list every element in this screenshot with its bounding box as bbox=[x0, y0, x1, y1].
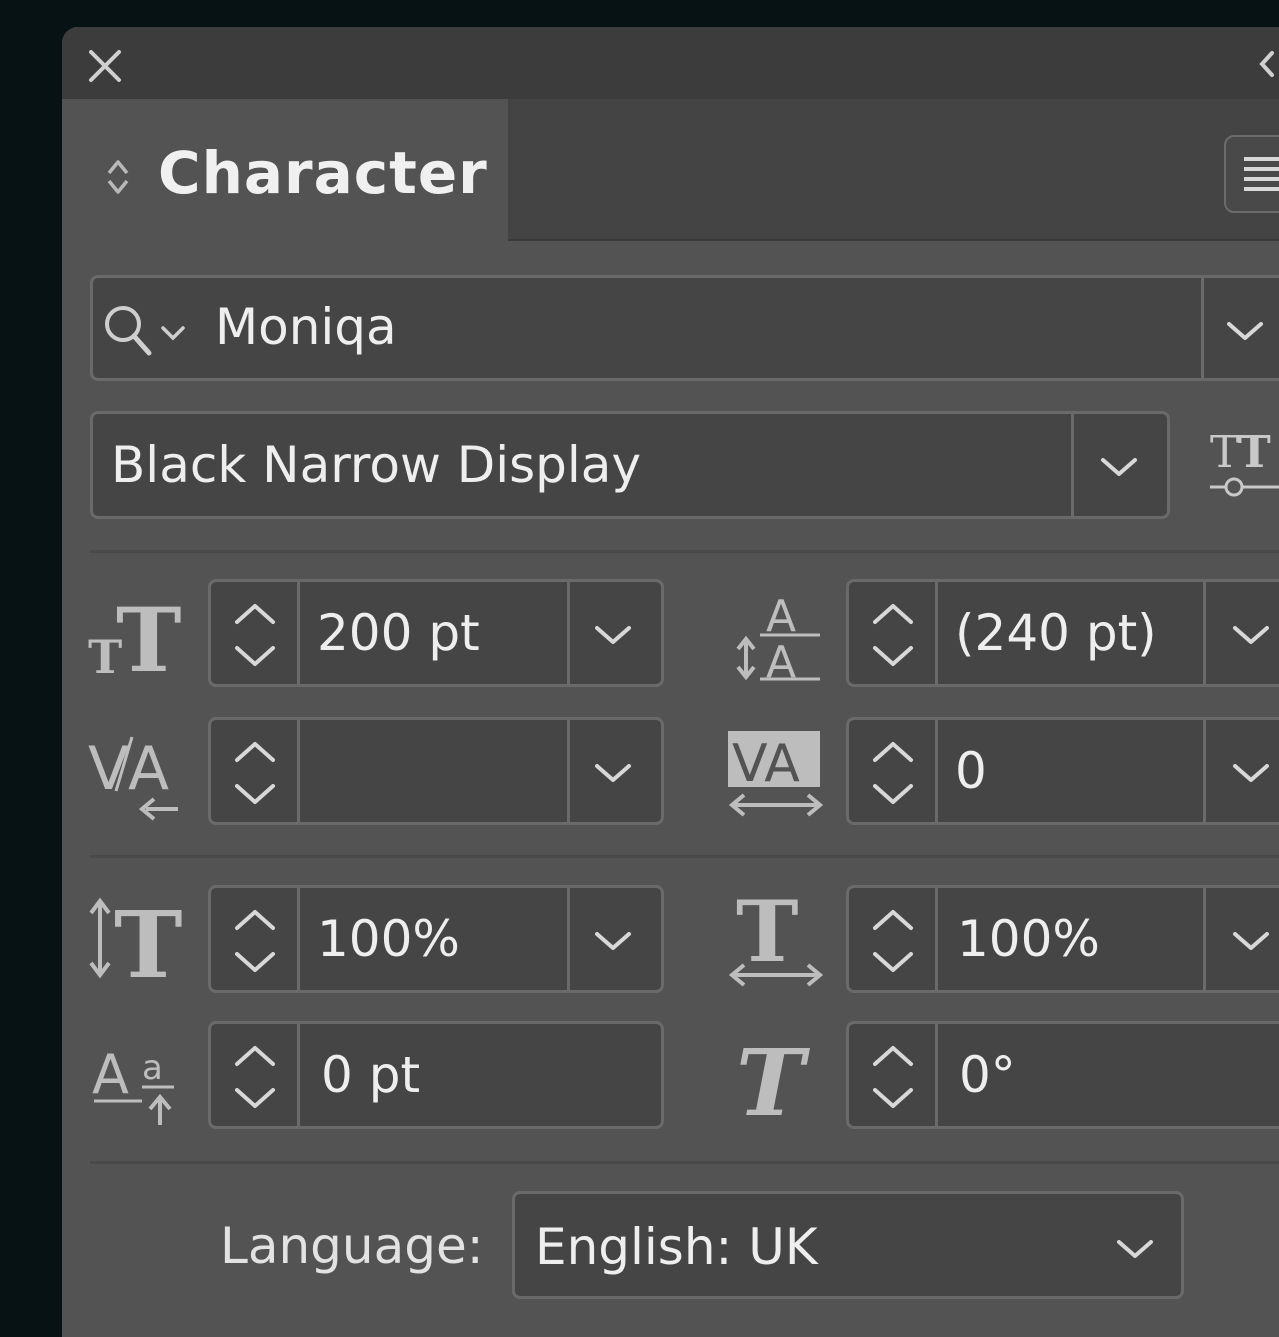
language-value[interactable]: English: UK bbox=[535, 1218, 818, 1276]
skew-icon: T bbox=[736, 1033, 811, 1123]
skew-value[interactable]: 0° bbox=[959, 1046, 1016, 1104]
chevron-down-icon[interactable] bbox=[591, 758, 635, 788]
chevron-down-icon[interactable] bbox=[1229, 620, 1273, 650]
search-icon bbox=[105, 306, 185, 356]
chevron-down-icon[interactable] bbox=[1223, 316, 1267, 346]
font-size-field[interactable]: 200 pt bbox=[208, 579, 664, 687]
panel-menu-icon bbox=[1244, 157, 1279, 191]
font-size-icon: T T bbox=[88, 595, 181, 675]
baseline-shift-field[interactable]: 0 pt bbox=[208, 1021, 664, 1129]
chevron-down-icon[interactable] bbox=[591, 620, 635, 650]
svg-text:T: T bbox=[736, 1033, 811, 1123]
svg-text:A: A bbox=[128, 734, 169, 804]
skew-field[interactable]: 0° bbox=[846, 1021, 1279, 1129]
horizontal-scale-field[interactable]: 100% bbox=[846, 885, 1279, 993]
stepper-icon[interactable] bbox=[865, 592, 921, 676]
language-label: Language: bbox=[220, 1217, 484, 1275]
chevron-down-icon[interactable] bbox=[591, 926, 635, 956]
panel-menu-button[interactable] bbox=[1224, 135, 1279, 213]
font-family-field[interactable]: Moniqa bbox=[90, 275, 1279, 381]
tracking-value[interactable]: 0 bbox=[955, 742, 987, 800]
vertical-scale-value[interactable]: 100% bbox=[317, 910, 460, 968]
svg-text:VA: VA bbox=[732, 734, 800, 794]
svg-text:T: T bbox=[1210, 427, 1239, 478]
stepper-icon[interactable] bbox=[227, 1034, 283, 1118]
section-divider bbox=[90, 1161, 1279, 1164]
font-style-value[interactable]: Black Narrow Display bbox=[111, 436, 641, 494]
horizontal-scale-value[interactable]: 100% bbox=[957, 910, 1100, 968]
chevron-down-icon[interactable] bbox=[1229, 758, 1273, 788]
stepper-icon[interactable] bbox=[227, 592, 283, 676]
expand-collapse-arrows-icon[interactable] bbox=[104, 155, 132, 199]
stepper-icon[interactable] bbox=[227, 730, 283, 814]
font-size-value[interactable]: 200 pt bbox=[317, 604, 480, 662]
text-style-options-icon[interactable]: T T bbox=[1208, 423, 1279, 505]
svg-text:T: T bbox=[736, 893, 799, 981]
vertical-scale-field[interactable]: 100% bbox=[208, 885, 664, 993]
tracking-field[interactable]: 0 bbox=[846, 717, 1279, 825]
font-family-value[interactable]: Moniqa bbox=[215, 298, 397, 356]
baseline-shift-icon: A a bbox=[92, 1043, 174, 1125]
horizontal-scale-icon: T bbox=[728, 893, 824, 987]
svg-text:T: T bbox=[114, 897, 182, 981]
section-divider bbox=[90, 855, 1279, 858]
vertical-scale-icon: T bbox=[89, 897, 182, 981]
kerning-icon: V A bbox=[88, 734, 178, 821]
panel-titlebar bbox=[62, 27, 1279, 99]
svg-text:T: T bbox=[116, 595, 181, 675]
leading-field[interactable]: (240 pt) bbox=[846, 579, 1279, 687]
chevron-left-icon[interactable] bbox=[1254, 47, 1278, 81]
character-panel: Character Moniqa Black Narrow Display T … bbox=[62, 27, 1279, 1337]
baseline-shift-value[interactable]: 0 pt bbox=[321, 1046, 420, 1104]
section-divider bbox=[90, 550, 1279, 553]
chevron-down-icon[interactable] bbox=[1229, 926, 1273, 956]
stepper-icon[interactable] bbox=[227, 898, 283, 982]
svg-text:a: a bbox=[142, 1048, 163, 1088]
font-style-field[interactable]: Black Narrow Display bbox=[90, 411, 1170, 519]
language-select[interactable]: English: UK bbox=[512, 1191, 1184, 1299]
chevron-down-icon[interactable] bbox=[1113, 1234, 1157, 1264]
leading-icon: A A bbox=[736, 591, 820, 683]
stepper-icon[interactable] bbox=[865, 898, 921, 982]
close-icon[interactable] bbox=[88, 49, 122, 83]
svg-text:A: A bbox=[92, 1043, 129, 1106]
tab-divider bbox=[508, 239, 1279, 241]
stepper-icon[interactable] bbox=[865, 1034, 921, 1118]
tracking-icon: VA bbox=[728, 731, 824, 817]
leading-value[interactable]: (240 pt) bbox=[955, 604, 1157, 662]
chevron-down-icon[interactable] bbox=[1097, 452, 1141, 482]
svg-text:A: A bbox=[766, 637, 796, 683]
svg-text:T: T bbox=[1238, 427, 1271, 478]
tab-character-label: Character bbox=[158, 139, 488, 207]
stepper-icon[interactable] bbox=[865, 730, 921, 814]
kerning-field[interactable] bbox=[208, 717, 664, 825]
